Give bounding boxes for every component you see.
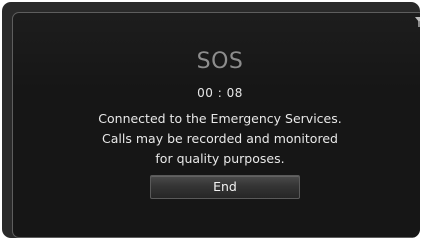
end-call-button[interactable]: End [150,175,300,199]
message-line: for quality purposes. [155,151,285,166]
sos-call-screen: SOS 00 : 08 Connected to the Emergency S… [12,12,420,238]
signal-antenna-icon [415,17,420,27]
message-line: Connected to the Emergency Services. [98,111,342,126]
call-timer: 00 : 08 [197,86,243,100]
sos-title: SOS [196,49,244,74]
message-line: Calls may be recorded and monitored [102,131,338,146]
display-frame: SOS 00 : 08 Connected to the Emergency S… [2,2,420,238]
